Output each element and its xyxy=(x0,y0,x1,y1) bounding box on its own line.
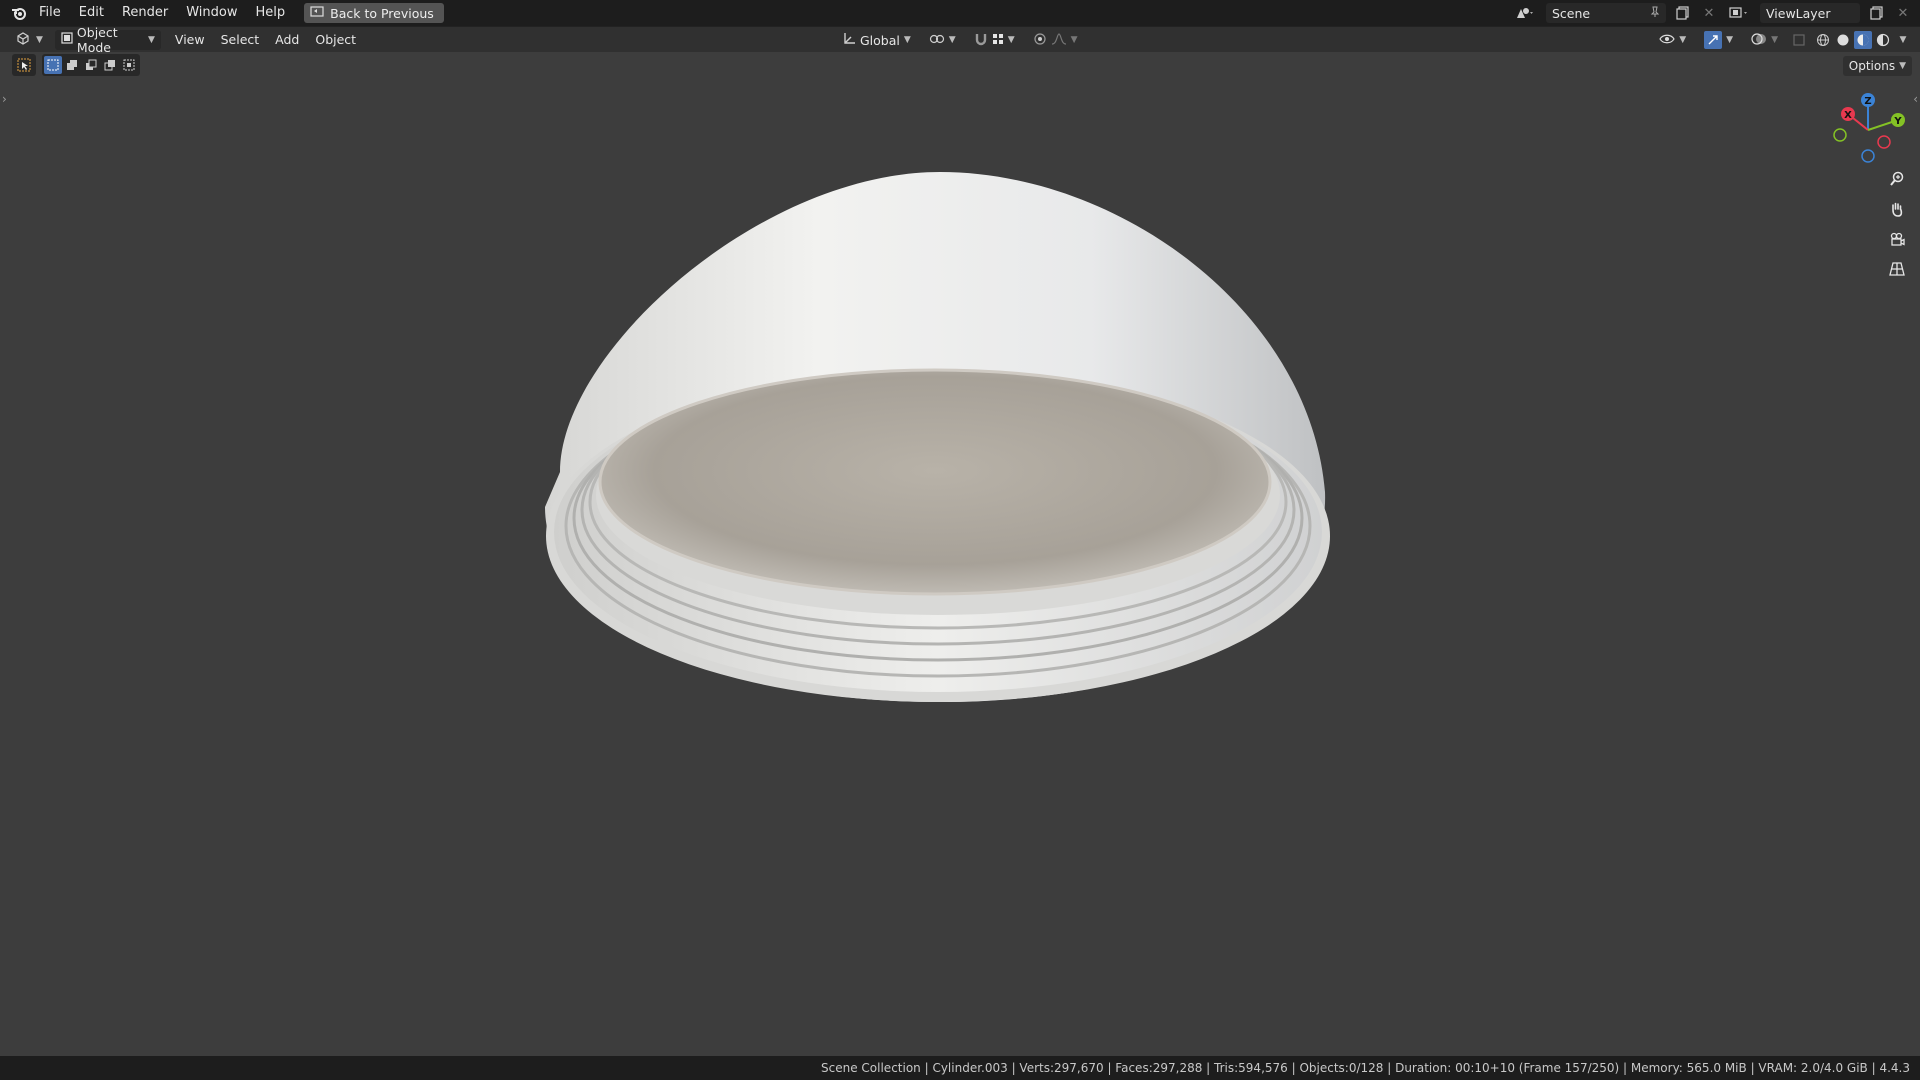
camera-view-button[interactable] xyxy=(1884,228,1910,254)
chevron-down-icon: ▼ xyxy=(1007,35,1015,45)
back-to-previous-button[interactable]: Back to Previous xyxy=(304,3,444,23)
viewport-display-controls: ▼ ▼ ▼ ▼ xyxy=(1653,30,1912,50)
navigation-gizmo[interactable]: Z X Y xyxy=(1828,90,1908,170)
view-layer-field[interactable]: ViewLayer xyxy=(1760,3,1860,23)
menu-render[interactable]: Render xyxy=(113,0,177,26)
gizmo-toggle[interactable]: ▼ xyxy=(1698,30,1739,50)
options-dropdown[interactable]: Options ▼ xyxy=(1842,56,1912,76)
menu-edit[interactable]: Edit xyxy=(70,0,113,26)
sidebar-expand-icon[interactable]: ‹ xyxy=(1913,92,1918,106)
chevron-down-icon: ▼ xyxy=(948,35,956,45)
delete-view-layer-icon[interactable]: ✕ xyxy=(1894,4,1912,22)
tool-settings-row xyxy=(12,54,140,76)
proportional-editing-icon[interactable] xyxy=(1033,32,1047,49)
xray-toggle-icon[interactable] xyxy=(1790,31,1808,49)
new-view-layer-icon[interactable] xyxy=(1868,4,1886,22)
orientation-selector[interactable]: Global ▼ xyxy=(836,30,917,50)
wireframe-shading-icon[interactable] xyxy=(1814,31,1832,49)
scene-name: Scene xyxy=(1552,5,1591,21)
chevron-down-icon: ▼ xyxy=(1771,35,1778,45)
chevron-down-icon: ▼ xyxy=(1726,35,1734,45)
gizmo-icon xyxy=(1704,31,1723,49)
gizmo-z-label: Z xyxy=(1864,96,1871,107)
object-mode-icon xyxy=(61,32,73,47)
camera-icon xyxy=(1889,231,1905,251)
gizmo-neg-z-axis[interactable] xyxy=(1861,149,1875,163)
perspective-toggle-button[interactable] xyxy=(1884,258,1910,284)
grid-perspective-icon xyxy=(1889,261,1905,281)
status-stats: Scene Collection | Cylinder.003 | Verts:… xyxy=(821,1061,1910,1075)
proportional-editing-controls[interactable]: ▼ xyxy=(1027,30,1084,50)
falloff-curve-icon[interactable] xyxy=(1051,32,1067,49)
chevron-down-icon: ▼ xyxy=(148,34,155,45)
select-extend-icon[interactable] xyxy=(63,56,81,74)
chevron-down-icon[interactable]: ▼ xyxy=(1894,31,1912,49)
hand-icon xyxy=(1889,201,1905,221)
new-scene-icon[interactable] xyxy=(1674,4,1692,22)
gizmo-y-label: Y xyxy=(1893,116,1902,127)
cylinder-cap-render xyxy=(545,172,1330,702)
menu-view[interactable]: View xyxy=(167,27,213,53)
pivot-point-selector[interactable]: ▼ xyxy=(923,30,962,50)
back-screen-icon xyxy=(310,5,324,21)
eye-icon xyxy=(1659,33,1675,48)
menu-add[interactable]: Add xyxy=(267,27,307,53)
zoom-view-button[interactable] xyxy=(1884,168,1910,194)
select-new-icon[interactable] xyxy=(44,56,62,74)
snap-controls[interactable]: ▼ xyxy=(968,30,1021,50)
chevron-down-icon: ▼ xyxy=(1679,35,1687,45)
chevron-down-icon: ▼ xyxy=(1899,61,1906,71)
select-tool-button[interactable] xyxy=(12,54,36,76)
select-invert-icon[interactable] xyxy=(101,56,119,74)
menu-select[interactable]: Select xyxy=(213,27,268,53)
options-label: Options xyxy=(1848,59,1896,73)
overlays-icon xyxy=(1751,32,1767,49)
menu-help[interactable]: Help xyxy=(247,0,295,26)
gizmo-neg-x-axis[interactable] xyxy=(1877,135,1891,149)
mode-selector[interactable]: Object Mode ▼ xyxy=(54,25,161,55)
gizmo-x-label: X xyxy=(1844,110,1852,121)
menu-window[interactable]: Window xyxy=(177,0,246,26)
top-bar: File Edit Render Window Help Back to Pre… xyxy=(0,0,1920,26)
chevron-down-icon: ▼ xyxy=(903,35,911,45)
toolbar-expand-icon[interactable]: › xyxy=(2,92,7,106)
mode-label: Object Mode xyxy=(76,24,118,55)
view-layer-selector-icon[interactable] xyxy=(1726,4,1752,22)
select-subtract-icon[interactable] xyxy=(82,56,100,74)
material-preview-shading-icon[interactable] xyxy=(1854,31,1872,49)
visibility-selector[interactable]: ▼ xyxy=(1653,30,1692,50)
menu-file[interactable]: File xyxy=(30,0,70,26)
scene-field[interactable]: Scene xyxy=(1546,3,1666,23)
select-intersect-icon[interactable] xyxy=(120,56,138,74)
scene-selector-icon[interactable] xyxy=(1512,4,1538,22)
editor-type-button[interactable]: ▼ xyxy=(10,30,49,50)
pivot-icon xyxy=(929,32,945,49)
rendered-shading-icon[interactable] xyxy=(1874,31,1892,49)
snap-magnet-icon[interactable] xyxy=(974,32,988,49)
viewport-header: ▼ Object Mode ▼ View Select Add Object G… xyxy=(0,25,1920,55)
axis-orientation-icon xyxy=(842,32,856,49)
pan-view-button[interactable] xyxy=(1884,198,1910,224)
blender-logo-icon[interactable] xyxy=(8,4,30,22)
shading-mode-group: ▼ xyxy=(1814,31,1912,49)
gizmo-neg-y-axis[interactable] xyxy=(1833,128,1847,142)
overlays-toggle[interactable]: ▼ xyxy=(1745,30,1784,50)
top-right-controls: Scene ✕ ViewLayer ✕ xyxy=(1512,0,1920,26)
selection-mode-group xyxy=(42,54,140,76)
3d-viewport-icon xyxy=(16,31,32,48)
status-bar: Scene Collection | Cylinder.003 | Verts:… xyxy=(0,1056,1920,1080)
chevron-down-icon: ▼ xyxy=(36,34,43,45)
orientation-label: Global xyxy=(860,32,900,48)
chevron-down-icon: ▼ xyxy=(1070,35,1078,45)
solid-shading-icon[interactable] xyxy=(1834,31,1852,49)
3d-viewport[interactable] xyxy=(0,52,1920,1056)
delete-scene-icon[interactable]: ✕ xyxy=(1700,4,1718,22)
transform-controls: Global ▼ ▼ ▼ ▼ xyxy=(836,30,1084,50)
zoom-icon xyxy=(1889,171,1905,191)
menu-object[interactable]: Object xyxy=(307,27,364,53)
view-layer-name: ViewLayer xyxy=(1766,5,1831,21)
snap-increment-icon[interactable] xyxy=(991,32,1005,49)
back-to-previous-label: Back to Previous xyxy=(330,5,434,21)
pin-icon[interactable] xyxy=(1650,6,1660,21)
